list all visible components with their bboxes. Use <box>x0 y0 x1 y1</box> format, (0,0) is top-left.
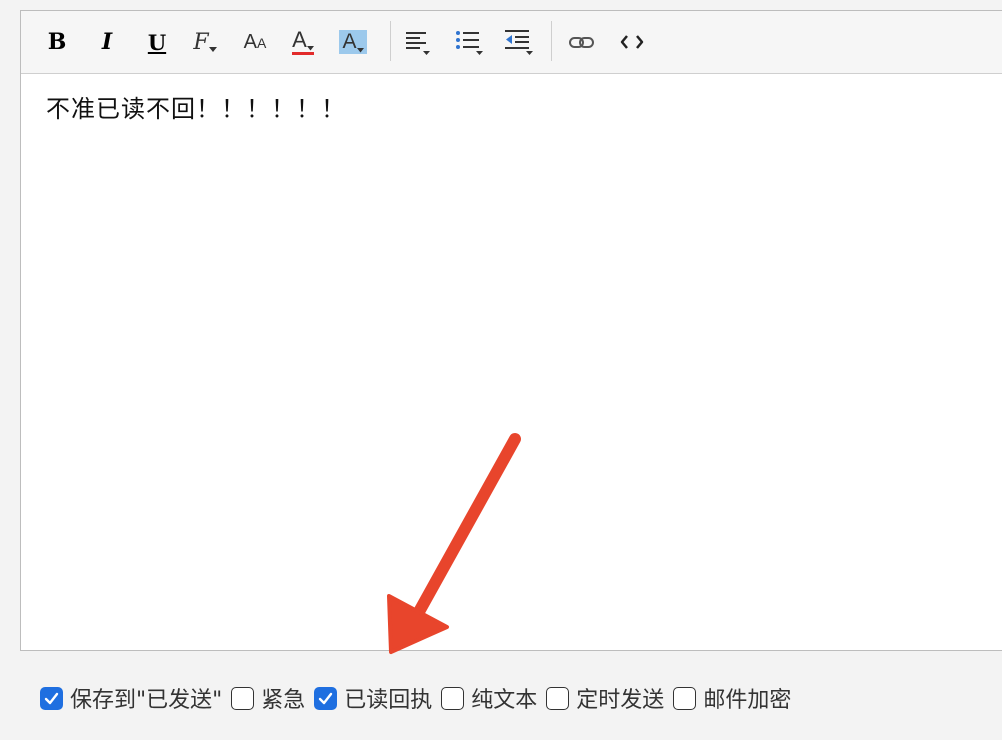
indent-icon <box>505 30 533 55</box>
scheduled-send-label: 定时发送 <box>576 688 665 713</box>
urgent-checkbox[interactable] <box>231 686 255 710</box>
plain-text-label: 纯文本 <box>471 688 538 713</box>
link-button[interactable] <box>566 25 598 59</box>
underline-button[interactable]: U <box>141 25 173 59</box>
background-color-icon: A <box>339 30 367 54</box>
italic-button[interactable]: I <box>91 25 123 59</box>
background-color-button[interactable]: A <box>337 25 369 59</box>
message-body[interactable]: 不准已读不回！！！！！！ <box>46 89 346 124</box>
code-icon <box>620 35 644 49</box>
source-code-button[interactable] <box>616 25 648 59</box>
scheduled-send-checkbox[interactable] <box>546 686 570 710</box>
encrypt-mail-checkbox[interactable] <box>673 686 697 710</box>
rich-text-editor: B I U F A A A A 不准已读不回！！！！！！ <box>20 10 1002 651</box>
font-size-icon: A <box>243 30 257 53</box>
bold-button[interactable]: B <box>41 25 73 59</box>
text-color-button[interactable]: A <box>287 25 319 59</box>
checkmark-icon <box>44 692 59 704</box>
dropdown-caret-icon <box>208 47 217 52</box>
toolbar-separator <box>390 21 391 61</box>
text-color-swatch <box>292 52 314 55</box>
text-color-icon: A <box>292 27 307 52</box>
save-to-sent-label: 保存到"已发送" <box>70 688 223 713</box>
read-receipt-label: 已读回执 <box>344 688 433 713</box>
indent-button[interactable] <box>503 25 535 59</box>
option-encrypt-mail[interactable]: 邮件加密 <box>673 682 791 714</box>
read-receipt-checkbox[interactable] <box>314 686 338 710</box>
dropdown-caret-icon <box>356 48 364 53</box>
urgent-label: 紧急 <box>261 688 306 713</box>
editor-toolbar: B I U F A A A A <box>21 11 1002 74</box>
underline-icon: U <box>147 29 167 55</box>
option-scheduled-send[interactable]: 定时发送 <box>546 682 664 714</box>
encrypt-mail-label: 邮件加密 <box>703 688 792 713</box>
font-size-button[interactable]: A A <box>239 25 271 59</box>
checkmark-icon <box>319 692 333 704</box>
option-read-receipt[interactable]: 已读回执 <box>314 682 432 714</box>
font-family-button[interactable]: F <box>189 25 221 59</box>
send-options: 保存到"已发送" 紧急 已读回执 纯文本 定时发送 邮件加密 <box>40 683 800 713</box>
option-save-to-sent[interactable]: 保存到"已发送" <box>40 682 222 714</box>
dropdown-caret-icon <box>306 46 314 51</box>
font-family-icon: F <box>193 29 209 55</box>
option-urgent[interactable]: 紧急 <box>231 682 305 714</box>
bulleted-list-icon <box>456 31 483 55</box>
font-size-icon-small: A <box>257 35 267 51</box>
link-icon <box>569 37 594 48</box>
align-button[interactable] <box>401 25 433 59</box>
bold-icon: B <box>47 29 67 55</box>
save-to-sent-checkbox[interactable] <box>40 686 63 710</box>
plain-text-checkbox[interactable] <box>441 686 465 710</box>
option-plain-text[interactable]: 纯文本 <box>441 682 537 714</box>
align-left-icon <box>406 32 430 55</box>
list-button[interactable] <box>453 25 485 59</box>
toolbar-separator <box>551 21 552 61</box>
italic-icon: I <box>101 29 113 55</box>
